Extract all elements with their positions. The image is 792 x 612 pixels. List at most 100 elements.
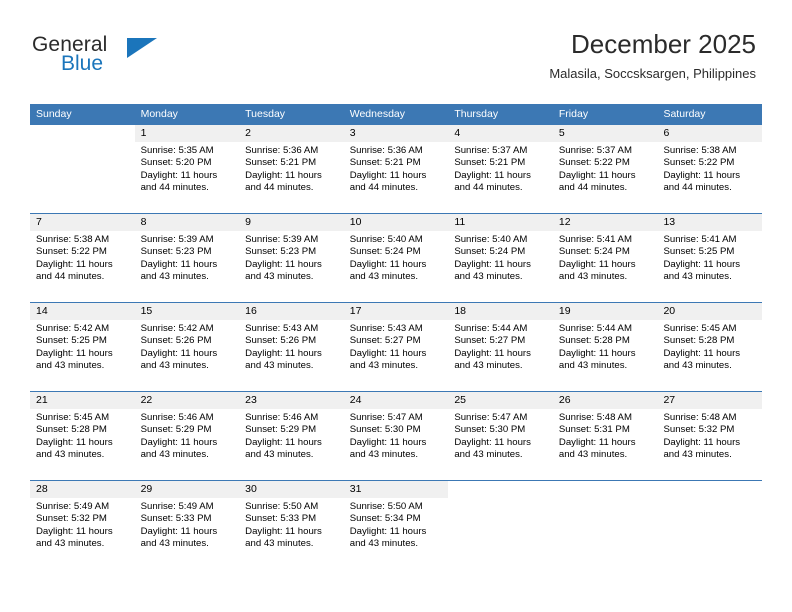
day-cell[interactable]: [448, 481, 553, 569]
day-number: 11: [448, 214, 553, 231]
day-number: 19: [552, 303, 658, 320]
day-cell[interactable]: 22 Sunrise: 5:46 AM Sunset: 5:29 PM Dayl…: [134, 392, 240, 480]
day-number: 2: [239, 125, 344, 142]
day-cell[interactable]: 8 Sunrise: 5:39 AM Sunset: 5:23 PM Dayli…: [134, 214, 240, 302]
day-details: Sunrise: 5:41 AM Sunset: 5:24 PM Dayligh…: [553, 231, 658, 283]
sunrise-text: Sunrise: 5:38 AM: [36, 234, 110, 245]
sunrise-text: Sunrise: 5:36 AM: [349, 145, 423, 156]
daylight-text: Daylight: 11 hours and 43 minutes.: [140, 436, 218, 460]
day-details: Sunrise: 5:48 AM Sunset: 5:31 PM Dayligh…: [553, 409, 658, 461]
page-header: General Blue December 2025 Malasila, Soc…: [0, 0, 792, 104]
day-number: 1: [134, 125, 240, 142]
day-number: 30: [239, 481, 344, 498]
sunset-text: Sunset: 5:24 PM: [454, 246, 526, 258]
daylight-text: Daylight: 11 hours and 43 minutes.: [663, 258, 741, 282]
day-number: 27: [657, 392, 763, 409]
day-cell[interactable]: 4 Sunrise: 5:37 AM Sunset: 5:21 PM Dayli…: [448, 125, 553, 213]
day-number: 7: [30, 214, 135, 231]
daylight-text: Daylight: 11 hours and 43 minutes.: [558, 347, 636, 371]
day-details: Sunrise: 5:40 AM Sunset: 5:24 PM Dayligh…: [344, 231, 449, 283]
day-details: Sunrise: 5:39 AM Sunset: 5:23 PM Dayligh…: [239, 231, 344, 283]
weekday-thursday: Thursday: [454, 108, 499, 120]
day-cell[interactable]: 17 Sunrise: 5:43 AM Sunset: 5:27 PM Dayl…: [343, 303, 449, 391]
day-cell[interactable]: 1 Sunrise: 5:35 AM Sunset: 5:20 PM Dayli…: [134, 125, 240, 213]
daylight-text: Daylight: 11 hours and 43 minutes.: [245, 347, 322, 371]
day-cell[interactable]: 20 Sunrise: 5:45 AM Sunset: 5:28 PM Dayl…: [657, 303, 763, 391]
day-cell[interactable]: 29 Sunrise: 5:49 AM Sunset: 5:33 PM Dayl…: [134, 481, 240, 569]
weekday-wednesday: Wednesday: [349, 108, 405, 120]
daylight-text: Daylight: 11 hours and 44 minutes.: [454, 169, 531, 193]
day-cell[interactable]: 3 Sunrise: 5:36 AM Sunset: 5:21 PM Dayli…: [343, 125, 449, 213]
day-cell[interactable]: 24 Sunrise: 5:47 AM Sunset: 5:30 PM Dayl…: [343, 392, 449, 480]
sunset-text: Sunset: 5:28 PM: [558, 335, 630, 347]
day-cell[interactable]: [552, 481, 658, 569]
day-cell[interactable]: 10 Sunrise: 5:40 AM Sunset: 5:24 PM Dayl…: [343, 214, 449, 302]
day-cell[interactable]: 16 Sunrise: 5:43 AM Sunset: 5:26 PM Dayl…: [239, 303, 344, 391]
day-cell[interactable]: 25 Sunrise: 5:47 AM Sunset: 5:30 PM Dayl…: [448, 392, 553, 480]
sunrise-text: Sunrise: 5:36 AM: [245, 145, 319, 156]
day-details: [30, 142, 135, 145]
day-details: Sunrise: 5:40 AM Sunset: 5:24 PM Dayligh…: [448, 231, 553, 283]
daylight-text: Daylight: 11 hours and 43 minutes.: [245, 258, 322, 282]
day-cell[interactable]: 6 Sunrise: 5:38 AM Sunset: 5:22 PM Dayli…: [657, 125, 763, 213]
day-cell[interactable]: 5 Sunrise: 5:37 AM Sunset: 5:22 PM Dayli…: [552, 125, 658, 213]
day-cell[interactable]: 30 Sunrise: 5:50 AM Sunset: 5:33 PM Dayl…: [239, 481, 344, 569]
day-details: Sunrise: 5:45 AM Sunset: 5:28 PM Dayligh…: [30, 409, 135, 461]
day-details: Sunrise: 5:49 AM Sunset: 5:32 PM Dayligh…: [30, 498, 135, 550]
daylight-text: Daylight: 11 hours and 43 minutes.: [558, 436, 636, 460]
day-cell[interactable]: 31 Sunrise: 5:50 AM Sunset: 5:34 PM Dayl…: [343, 481, 449, 569]
day-cell[interactable]: 11 Sunrise: 5:40 AM Sunset: 5:24 PM Dayl…: [448, 214, 553, 302]
page-subtitle: Malasila, Soccsksargen, Philippines: [549, 66, 756, 81]
sunrise-text: Sunrise: 5:44 AM: [454, 323, 528, 334]
day-cell[interactable]: 7 Sunrise: 5:38 AM Sunset: 5:22 PM Dayli…: [30, 214, 135, 302]
sunset-text: Sunset: 5:24 PM: [558, 246, 630, 258]
day-details: Sunrise: 5:38 AM Sunset: 5:22 PM Dayligh…: [30, 231, 135, 283]
day-cell[interactable]: 23 Sunrise: 5:46 AM Sunset: 5:29 PM Dayl…: [239, 392, 344, 480]
day-cell[interactable]: [657, 481, 763, 569]
weekday-saturday: Saturday: [663, 108, 706, 120]
day-cell[interactable]: 27 Sunrise: 5:48 AM Sunset: 5:32 PM Dayl…: [657, 392, 763, 480]
day-number: 8: [134, 214, 240, 231]
weekday-header-row: Sunday Monday Tuesday Wednesday Thursday…: [30, 104, 762, 124]
sunset-text: Sunset: 5:21 PM: [454, 157, 526, 169]
daylight-text: Daylight: 11 hours and 43 minutes.: [663, 436, 741, 460]
daylight-text: Daylight: 11 hours and 43 minutes.: [245, 525, 322, 549]
day-details: Sunrise: 5:37 AM Sunset: 5:22 PM Dayligh…: [553, 142, 658, 194]
sunset-text: Sunset: 5:25 PM: [36, 335, 107, 347]
daylight-text: Daylight: 11 hours and 43 minutes.: [140, 525, 218, 549]
sunset-text: Sunset: 5:31 PM: [558, 424, 630, 436]
sunrise-text: Sunrise: 5:39 AM: [245, 234, 319, 245]
sunrise-text: Sunrise: 5:45 AM: [663, 323, 737, 334]
weekday-monday: Monday: [140, 108, 178, 120]
sunrise-text: Sunrise: 5:37 AM: [558, 145, 632, 156]
brand-logo[interactable]: General Blue: [32, 34, 252, 90]
day-details: Sunrise: 5:41 AM Sunset: 5:25 PM Dayligh…: [657, 231, 762, 283]
day-cell[interactable]: 18 Sunrise: 5:44 AM Sunset: 5:27 PM Dayl…: [448, 303, 553, 391]
day-cell[interactable]: 12 Sunrise: 5:41 AM Sunset: 5:24 PM Dayl…: [552, 214, 658, 302]
day-number: 3: [343, 125, 449, 142]
day-cell[interactable]: 21 Sunrise: 5:45 AM Sunset: 5:28 PM Dayl…: [30, 392, 135, 480]
day-cell[interactable]: 2 Sunrise: 5:36 AM Sunset: 5:21 PM Dayli…: [239, 125, 344, 213]
sunset-text: Sunset: 5:23 PM: [140, 246, 212, 258]
sunset-text: Sunset: 5:26 PM: [245, 335, 317, 347]
daylight-text: Daylight: 11 hours and 43 minutes.: [349, 436, 427, 460]
day-number: 10: [343, 214, 449, 231]
day-cell[interactable]: 14 Sunrise: 5:42 AM Sunset: 5:25 PM Dayl…: [30, 303, 135, 391]
day-cell[interactable]: [30, 125, 135, 213]
sunrise-text: Sunrise: 5:44 AM: [558, 323, 632, 334]
daylight-text: Daylight: 11 hours and 43 minutes.: [663, 347, 741, 371]
daylight-text: Daylight: 11 hours and 44 minutes.: [36, 258, 113, 282]
day-cell[interactable]: 26 Sunrise: 5:48 AM Sunset: 5:31 PM Dayl…: [552, 392, 658, 480]
day-cell[interactable]: 28 Sunrise: 5:49 AM Sunset: 5:32 PM Dayl…: [30, 481, 135, 569]
daylight-text: Daylight: 11 hours and 43 minutes.: [349, 347, 427, 371]
sunset-text: Sunset: 5:22 PM: [663, 157, 735, 169]
sunrise-text: Sunrise: 5:47 AM: [349, 412, 423, 423]
day-cell[interactable]: 13 Sunrise: 5:41 AM Sunset: 5:25 PM Dayl…: [657, 214, 763, 302]
daylight-text: Daylight: 11 hours and 43 minutes.: [36, 436, 113, 460]
day-cell[interactable]: 15 Sunrise: 5:42 AM Sunset: 5:26 PM Dayl…: [134, 303, 240, 391]
sunrise-text: Sunrise: 5:37 AM: [454, 145, 528, 156]
day-cell[interactable]: 9 Sunrise: 5:39 AM Sunset: 5:23 PM Dayli…: [239, 214, 344, 302]
day-number: 14: [30, 303, 135, 320]
day-details: [553, 498, 658, 501]
day-cell[interactable]: 19 Sunrise: 5:44 AM Sunset: 5:28 PM Dayl…: [552, 303, 658, 391]
